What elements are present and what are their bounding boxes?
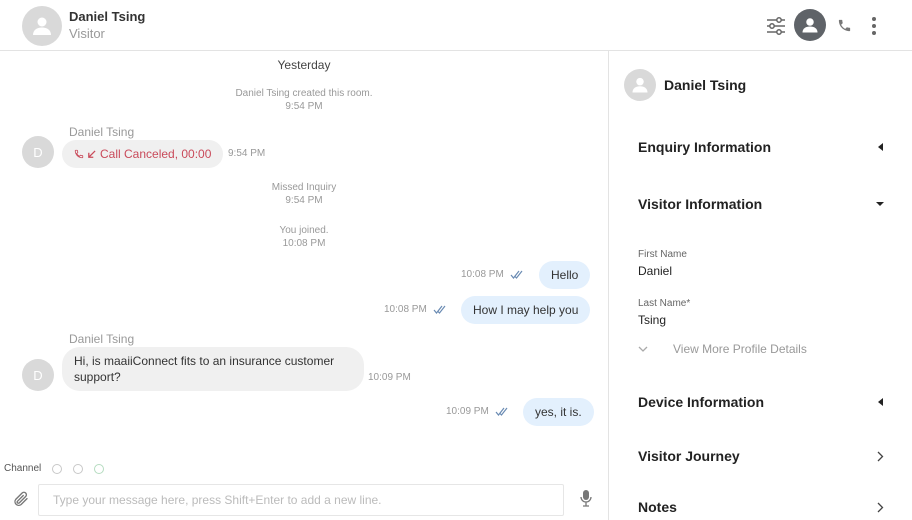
message-composer [0, 480, 608, 520]
facebook-channel-icon[interactable] [52, 463, 63, 474]
message-time: 10:09 PM [368, 372, 411, 383]
channel-selector: Channel [4, 463, 105, 474]
chevron-down-icon [638, 346, 648, 352]
message-time: 10:08 PM [461, 269, 504, 280]
system-message-you-joined: You joined. 10:08 PM [0, 224, 608, 250]
paperclip-icon [14, 491, 28, 506]
whatsapp-channel-icon[interactable] [94, 463, 105, 474]
message-meta: 10:09 PM [446, 406, 509, 417]
phone-icon [74, 149, 84, 159]
system-message-time: 9:54 PM [285, 195, 323, 206]
filter-button[interactable] [764, 14, 788, 38]
first-name-value: Daniel [638, 264, 673, 278]
call-status-text: Call Canceled, 00:00 [100, 147, 212, 161]
sender-name: Daniel Tsing [69, 332, 135, 346]
sender-avatar[interactable]: D [22, 359, 54, 391]
header-contact-name: Daniel Tsing [69, 9, 146, 24]
incoming-message[interactable]: Hi, is maaiiConnect fits to an insurance… [62, 347, 364, 391]
contact-avatar[interactable] [22, 6, 62, 46]
section-enquiry-information[interactable]: Enquiry Information [638, 136, 884, 158]
chat-messages[interactable]: Yesterday Daniel Tsing created this room… [0, 51, 608, 520]
section-visitor-information[interactable]: Visitor Information [638, 193, 884, 215]
chevron-right-icon [877, 451, 884, 461]
messenger-channel-icon[interactable] [73, 463, 84, 474]
missed-arrow-icon [88, 149, 96, 158]
section-device-information[interactable]: Device Information [638, 391, 884, 413]
call-button[interactable] [834, 15, 854, 35]
message-time: 10:09 PM [446, 406, 489, 417]
section-title: Enquiry Information [638, 139, 771, 155]
outgoing-message[interactable]: How I may help you [461, 296, 591, 324]
system-message-text: Missed Inquiry [271, 182, 337, 193]
profile-name: Daniel Tsing [664, 77, 747, 93]
message-input[interactable] [38, 484, 564, 516]
chat-header: Daniel Tsing Visitor [0, 0, 912, 51]
outgoing-message[interactable]: Hello [539, 261, 591, 289]
message-text-line: Hi, is maaiiConnect fits to an insurance… [74, 354, 335, 368]
voice-message-button[interactable] [580, 489, 594, 509]
system-message-text: You joined. [279, 225, 329, 236]
sender-name: Daniel Tsing [69, 125, 135, 139]
visitor-profile-panel: Daniel Tsing Enquiry Information Visitor… [608, 51, 912, 520]
caret-left-icon [878, 398, 883, 406]
message-time: 9:54 PM [228, 148, 266, 159]
caret-left-icon [878, 143, 883, 151]
channel-label: Channel [4, 463, 42, 474]
microphone-icon [580, 490, 592, 507]
profile-panel-button[interactable] [794, 9, 826, 41]
section-title: Visitor Journey [638, 448, 740, 464]
more-options-button[interactable] [866, 15, 882, 37]
last-name-label: Last Name* [638, 298, 691, 309]
last-name-value: Tsing [638, 313, 667, 327]
sender-avatar[interactable]: D [22, 136, 54, 168]
call-canceled-bubble[interactable]: Call Canceled, 00:00 [62, 140, 224, 168]
person-icon [33, 17, 51, 35]
section-title: Visitor Information [638, 196, 763, 212]
phone-icon [838, 19, 850, 31]
caret-down-icon [876, 202, 884, 206]
section-visitor-journey[interactable]: Visitor Journey [638, 445, 884, 467]
chevron-right-icon [877, 502, 884, 512]
first-name-label: First Name [638, 249, 687, 260]
system-message-text: Daniel Tsing created this room. [235, 88, 373, 99]
message-time: 10:08 PM [384, 304, 427, 315]
kebab-icon [872, 17, 876, 35]
person-icon [802, 18, 818, 33]
view-more-text: View More Profile Details [673, 342, 807, 356]
message-text-line: support? [74, 370, 121, 384]
header-contact-role: Visitor [69, 26, 105, 41]
system-message-time: 9:54 PM [285, 101, 323, 112]
system-message-room-created: Daniel Tsing created this room. 9:54 PM [0, 87, 608, 113]
outgoing-message[interactable]: yes, it is. [523, 398, 594, 426]
system-message-missed-inquiry: Missed Inquiry 9:54 PM [0, 181, 608, 207]
section-notes[interactable]: Notes [638, 496, 884, 518]
section-title: Notes [638, 499, 677, 515]
double-check-icon [495, 407, 508, 416]
view-more-profile-link[interactable]: View More Profile Details [638, 342, 807, 356]
attach-button[interactable] [12, 489, 30, 509]
sliders-icon [767, 17, 785, 35]
system-message-time: 10:08 PM [282, 238, 326, 249]
message-meta: 10:08 PM [461, 269, 524, 280]
profile-avatar [624, 69, 656, 101]
message-meta: 10:08 PM [384, 304, 447, 315]
day-separator: Yesterday [277, 58, 331, 72]
section-title: Device Information [638, 394, 765, 410]
person-icon [632, 77, 648, 93]
double-check-icon [510, 270, 523, 279]
double-check-icon [433, 305, 446, 314]
